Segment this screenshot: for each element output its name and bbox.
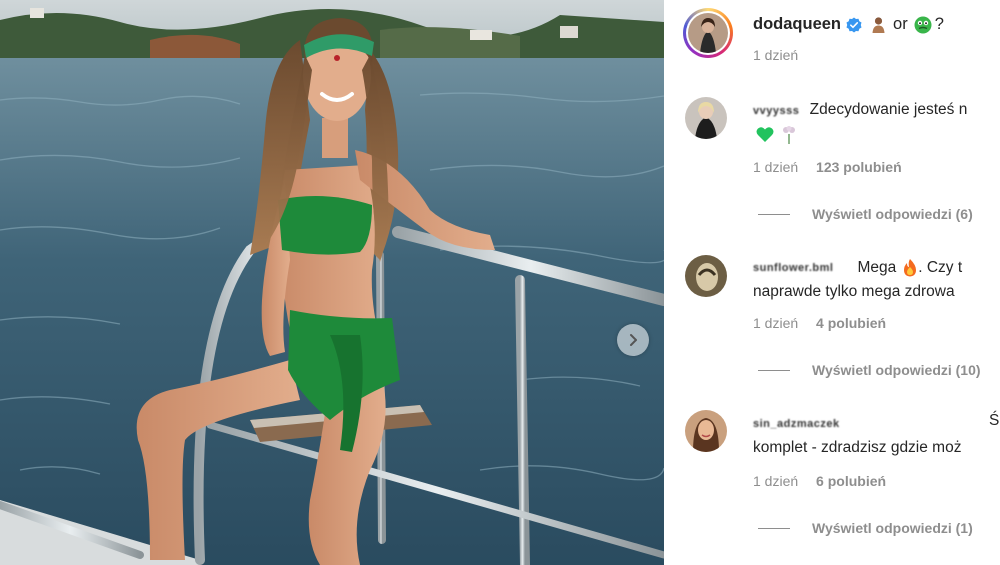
- comments-panel: dodaqueen or ? 1 dzień vvyysss Zdecydowa…: [664, 0, 1000, 565]
- comment-username[interactable]: sunflower.bml: [753, 262, 833, 274]
- comment-text: Zdecydowanie jesteś n: [809, 101, 968, 118]
- view-replies-button[interactable]: Wyświetl odpowiedzi (6): [758, 206, 973, 222]
- comment-avatar[interactable]: [685, 97, 727, 139]
- verified-badge-icon: [846, 17, 862, 32]
- comment-username[interactable]: sin_adzmaczek: [753, 418, 840, 430]
- comment-2-body: sunflower.bml Mega . Czy t: [753, 259, 962, 277]
- view-replies-label: Wyświetl odpowiedzi (10): [812, 362, 981, 378]
- author-username[interactable]: dodaqueen: [753, 15, 841, 34]
- caption-question-mark: ?: [934, 15, 944, 33]
- replies-divider: [758, 527, 790, 529]
- author-avatar-ring[interactable]: [683, 8, 733, 58]
- view-replies-label: Wyświetl odpowiedzi (6): [812, 206, 973, 222]
- comment-likes[interactable]: 123 polubień: [816, 159, 902, 175]
- comment-3-meta: 1 dzień 6 polubień: [753, 473, 886, 489]
- comment-avatar[interactable]: [685, 255, 727, 297]
- comment-3-body: sin_adzmaczek Ś: [753, 412, 1000, 432]
- chevron-right-icon: [630, 334, 637, 346]
- comment-text-continued: . Czy t: [918, 259, 963, 276]
- comment-text: Mega: [857, 259, 897, 276]
- replies-divider: [758, 213, 790, 215]
- comment-time: 1 dzień: [753, 315, 799, 331]
- fire-emoji-icon: [904, 259, 917, 277]
- comment-1-meta: 1 dzień 123 polubień: [753, 159, 902, 175]
- post-time: 1 dzień: [753, 47, 799, 63]
- view-replies-label: Wyświetl odpowiedzi (1): [812, 520, 973, 536]
- view-replies-button[interactable]: Wyświetl odpowiedzi (10): [758, 362, 981, 378]
- comment-1-body: vvyysss Zdecydowanie jesteś n: [753, 101, 967, 119]
- post-image: [0, 0, 664, 565]
- comment-text: Ś: [989, 412, 1000, 429]
- comment-2-line2: naprawde tylko mega zdrowa: [753, 283, 955, 300]
- comment-3-line2: komplet - zdradzisz gdzie moż: [753, 439, 962, 456]
- comment-likes[interactable]: 4 polubień: [816, 315, 886, 331]
- author-avatar: [688, 13, 728, 53]
- view-replies-button[interactable]: Wyświetl odpowiedzi (1): [758, 520, 973, 536]
- green-face-emoji-icon: [914, 16, 932, 33]
- post-caption: dodaqueen or ?: [753, 15, 944, 34]
- caption-or-text: or: [893, 15, 908, 33]
- green-heart-icon: [756, 127, 774, 142]
- comment-avatar[interactable]: [685, 410, 727, 452]
- comment-2-meta: 1 dzień 4 polubień: [753, 315, 886, 331]
- comment-time: 1 dzień: [753, 473, 799, 489]
- comment-username[interactable]: vvyysss: [753, 105, 799, 117]
- flower-icon: [783, 126, 795, 144]
- replies-divider: [758, 369, 790, 371]
- person-emoji-icon: [872, 17, 885, 33]
- post-photo[interactable]: [0, 0, 664, 565]
- carousel-next-button[interactable]: [617, 324, 649, 356]
- comment-likes[interactable]: 6 polubień: [816, 473, 886, 489]
- comment-1-emojis: [756, 126, 796, 144]
- comment-time: 1 dzień: [753, 159, 799, 175]
